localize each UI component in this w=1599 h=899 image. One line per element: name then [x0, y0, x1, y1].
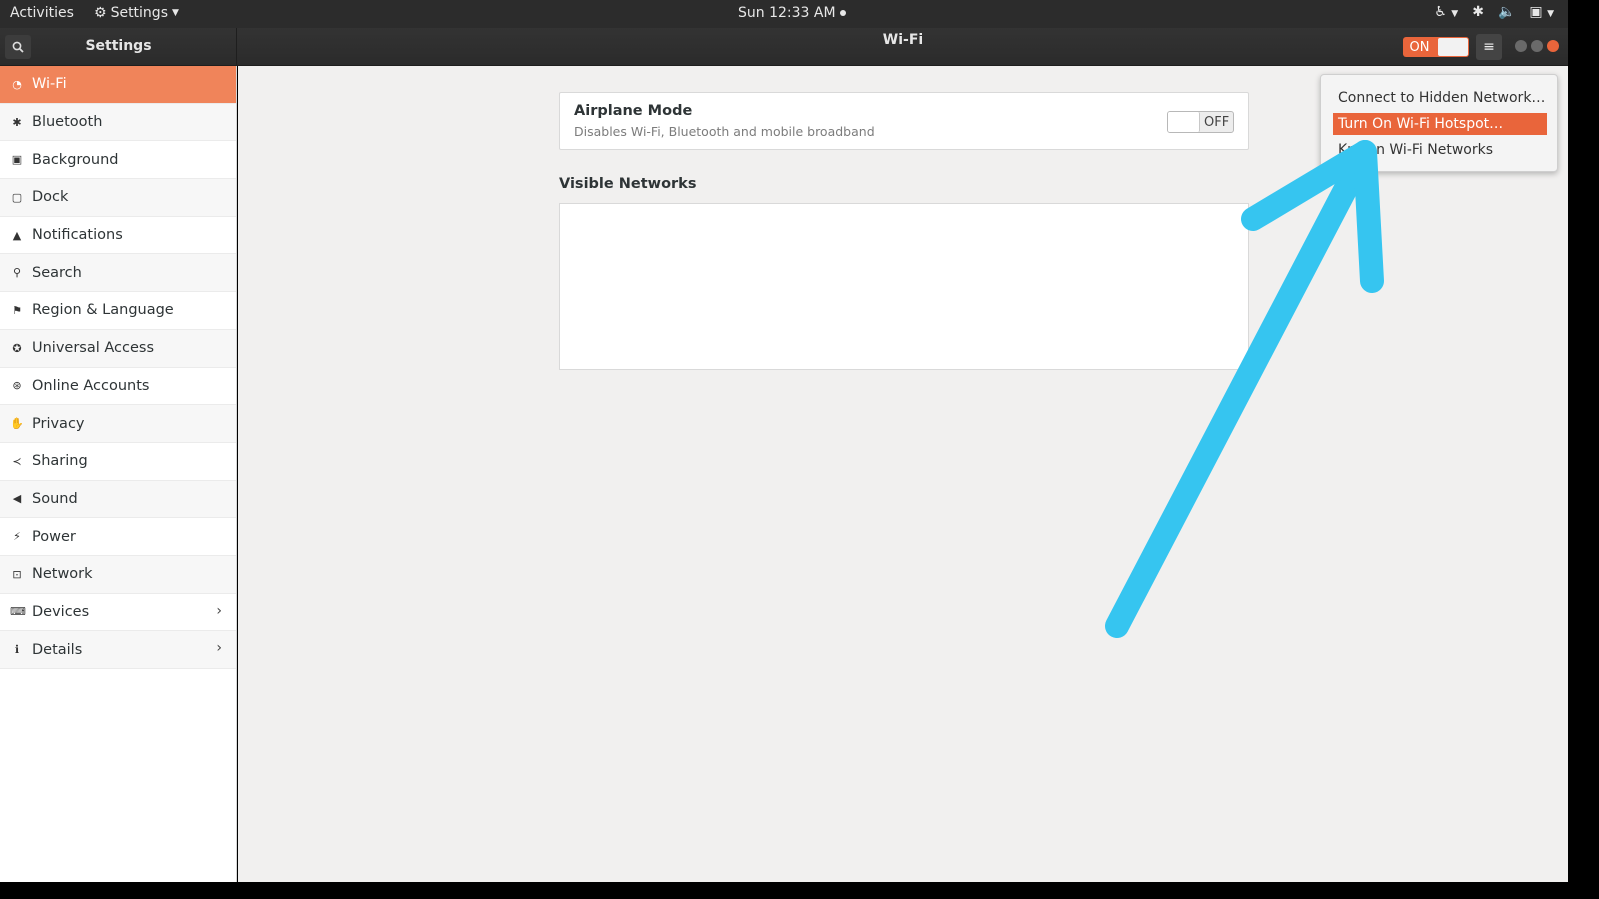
arrow-shaft [1105, 140, 1377, 638]
screen-edge [1568, 0, 1599, 899]
screen-bottom-edge [0, 882, 1599, 899]
annotation-arrow [1105, 140, 1384, 638]
